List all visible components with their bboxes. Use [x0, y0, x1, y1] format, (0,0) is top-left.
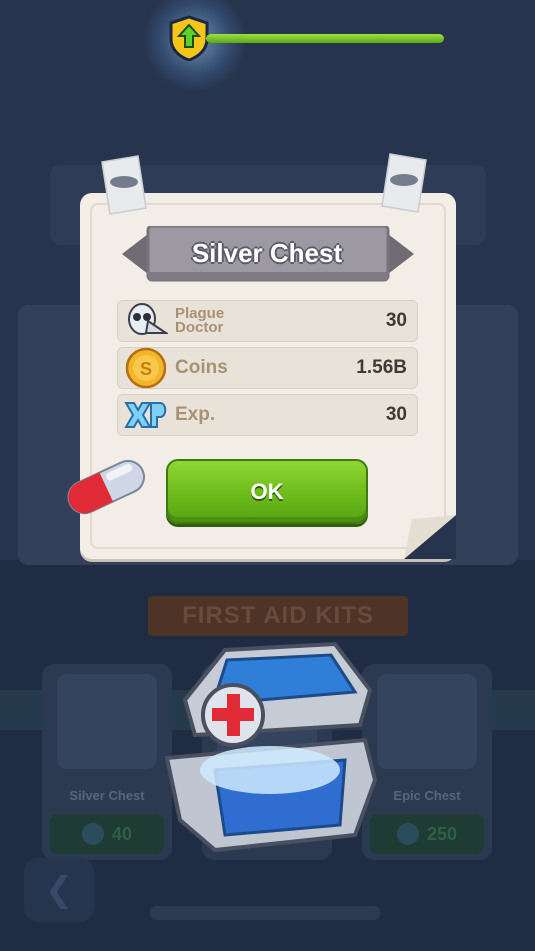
tape-right-icon [381, 153, 427, 213]
coin-icon: S [125, 347, 167, 389]
price-value: 40 [111, 823, 133, 844]
shop-card-name: Silver Chest [69, 788, 145, 803]
reward-label: Plague Doctor [175, 305, 225, 336]
reward-label: Exp. [175, 404, 216, 425]
reward-row: Exp. 30 [117, 394, 418, 436]
shop-card-silver[interactable]: Silver Chest 40 [42, 664, 172, 860]
reward-value: 30 [385, 310, 407, 331]
paper-fold-corner [404, 515, 456, 559]
price-value: 250 [426, 823, 458, 844]
gem-icon [81, 823, 104, 845]
svg-text:S: S [140, 359, 152, 379]
epic-chest-thumbnail-icon [377, 674, 477, 769]
reward-value: 1.56B [356, 357, 407, 378]
xp-progress-bar [206, 34, 444, 43]
up-arrow-shield-icon [169, 15, 209, 61]
reward-value: 30 [385, 404, 407, 425]
shop-card-price-button[interactable]: 250 [370, 814, 484, 854]
back-arrow-icon: ❮ [44, 870, 74, 910]
tape-left-icon [101, 155, 147, 215]
bottom-label-bar [150, 906, 380, 920]
back-button[interactable]: ❮ [24, 858, 94, 922]
dialog-title: Silver Chest [191, 237, 343, 268]
xp-icon [124, 402, 167, 428]
silver-medkit-chest-icon [164, 641, 378, 853]
plague-doctor-mask-icon [128, 303, 168, 335]
reward-row: S Coins 1.56B [117, 347, 418, 389]
pill-capsule-icon [67, 459, 145, 515]
gem-icon [396, 823, 419, 845]
ok-button[interactable]: OK [166, 459, 368, 524]
silver-chest-thumbnail-icon [57, 674, 157, 769]
shop-card-price-button[interactable]: 40 [50, 814, 164, 854]
xp-progress-fill [206, 34, 444, 43]
reward-row: Plague Doctor 30 [117, 300, 418, 342]
reward-label: Coins [175, 357, 228, 378]
